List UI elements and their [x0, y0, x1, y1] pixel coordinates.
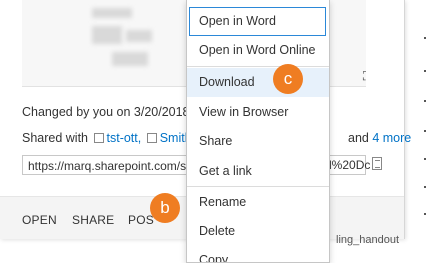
list-bullet [424, 130, 426, 132]
menu-item-rename[interactable]: Rename [187, 188, 329, 217]
shared-with-label: Shared with [22, 131, 89, 145]
preview-blur [112, 52, 148, 66]
file-name-fragment: ling_handout [336, 234, 400, 246]
menu-separator [187, 186, 329, 187]
context-menu: Open in Word Open in Word Online Downloa… [186, 0, 330, 263]
checkbox-icon [146, 133, 157, 143]
menu-item-delete[interactable]: Delete [187, 217, 329, 246]
menu-item-view-in-browser[interactable]: View in Browser [187, 98, 329, 127]
menu-item-get-a-link[interactable]: Get a link [187, 157, 329, 186]
checkbox-icon [93, 133, 104, 143]
shared-more-link[interactable]: and 4 more [348, 131, 411, 145]
list-bullet [424, 158, 426, 160]
shared-user-link[interactable]: tst-ott, [107, 131, 142, 145]
menu-item-share[interactable]: Share [187, 127, 329, 156]
menu-item-open-in-word-online[interactable]: Open in Word Online [187, 36, 329, 65]
url-field-tail: d%20Dc [325, 158, 371, 172]
list-bullet [424, 100, 426, 102]
preview-blur [92, 8, 132, 18]
shared-with-line: Shared with tst-ott, Smith, [22, 131, 195, 145]
list-bullet [424, 37, 426, 39]
list-bullet [424, 213, 426, 215]
expand-icon[interactable]: ⛶ [363, 70, 366, 82]
list-bullet [424, 186, 426, 188]
copy-icon[interactable] [372, 157, 382, 170]
share-action[interactable]: SHARE [72, 213, 114, 227]
preview-blur [92, 26, 122, 44]
open-action[interactable]: OPEN [22, 213, 57, 227]
preview-blur [126, 30, 152, 42]
menu-separator [187, 66, 329, 67]
menu-item-copy[interactable]: Copy [187, 246, 329, 262]
menu-item-open-in-word[interactable]: Open in Word [189, 7, 326, 36]
callout-marker-b: b [150, 193, 180, 223]
list-bullet [424, 70, 426, 72]
post-action[interactable]: POS [128, 213, 154, 227]
menu-item-download[interactable]: Download [187, 68, 329, 97]
callout-marker-c: c [273, 64, 303, 94]
changed-by-text: Changed by you on 3/20/2018 [22, 105, 190, 119]
